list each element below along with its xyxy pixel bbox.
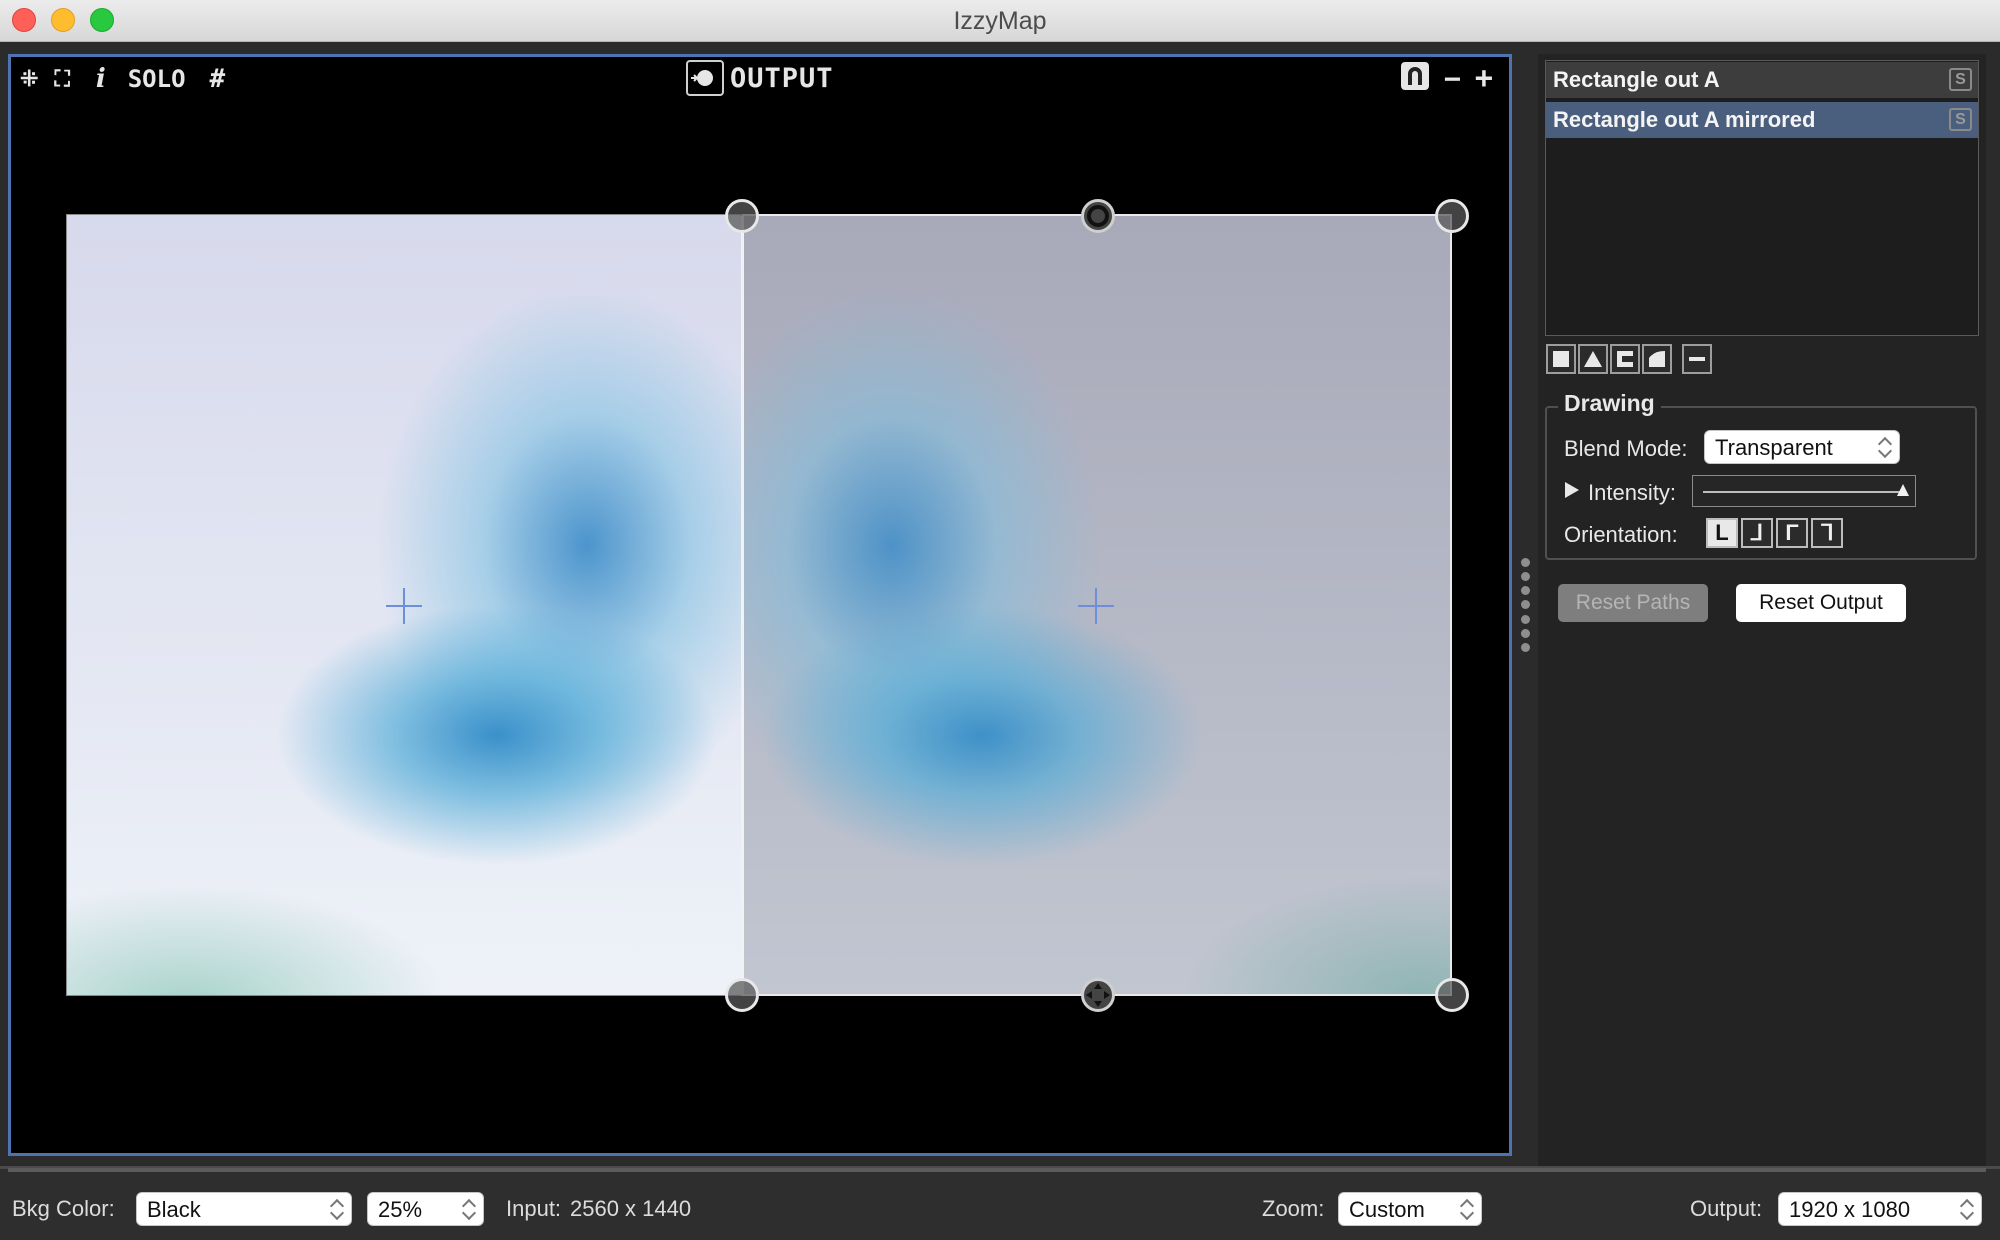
list-item-selected[interactable]: Rectangle out A mirrored S xyxy=(1546,102,1978,138)
disclosure-triangle-icon[interactable] xyxy=(1564,480,1580,500)
slider-thumb-icon[interactable] xyxy=(1896,483,1910,497)
reset-paths-button[interactable]: Reset Paths xyxy=(1558,584,1708,622)
right-center-crosshair-icon[interactable] xyxy=(1078,588,1114,624)
shape-edge-line xyxy=(741,216,744,996)
window-title: IzzyMap xyxy=(953,7,1047,35)
orientation-option[interactable]: ᒣ xyxy=(1811,518,1843,548)
scale-select[interactable]: 25% xyxy=(367,1192,484,1226)
add-rectangle-button[interactable] xyxy=(1546,344,1576,374)
orientation-option[interactable]: ⅃ xyxy=(1741,518,1773,548)
chevron-updown-icon xyxy=(1961,1198,1973,1222)
info-icon[interactable]: i xyxy=(96,64,106,94)
corner-handle-bottom-left[interactable] xyxy=(725,978,759,1012)
blend-mode-label: Blend Mode: xyxy=(1564,436,1688,461)
slider-track xyxy=(1703,491,1903,493)
move-handle-icon[interactable] xyxy=(1081,978,1115,1012)
intensity-slider[interactable] xyxy=(1692,475,1916,507)
corner-handle-bottom-right[interactable] xyxy=(1435,978,1469,1012)
chevron-updown-icon xyxy=(1461,1198,1473,1222)
blend-mode-value: Transparent xyxy=(1715,435,1833,460)
solo-toggle-button[interactable]: S xyxy=(1949,68,1972,91)
left-center-crosshair-icon[interactable] xyxy=(386,588,422,624)
chevron-updown-icon xyxy=(1879,436,1891,460)
reset-output-button[interactable]: Reset Output xyxy=(1736,584,1906,622)
divider xyxy=(8,1168,1986,1172)
zoom-label: Zoom: xyxy=(1262,1196,1325,1221)
canvas-toolbar-left: ⁜ ⛶ i SOLO # xyxy=(20,62,225,96)
chevron-updown-icon xyxy=(331,1198,343,1222)
orientation-option[interactable]: Γ xyxy=(1776,518,1808,548)
grid-icon[interactable]: # xyxy=(210,64,226,94)
shape-tools xyxy=(1546,344,1714,374)
zoom-in-icon[interactable]: + xyxy=(1475,61,1493,96)
list-item[interactable]: Rectangle out A S xyxy=(1546,62,1978,98)
zoom-select[interactable]: Custom xyxy=(1338,1192,1482,1226)
drawing-section-title: Drawing xyxy=(1558,390,1661,417)
orientation-label: Orientation: xyxy=(1564,522,1678,547)
solo-toggle[interactable]: SOLO xyxy=(128,65,186,93)
output-icon xyxy=(686,60,724,96)
zoom-out-icon[interactable]: − xyxy=(1444,62,1461,95)
add-bracket-shape-button[interactable] xyxy=(1610,344,1640,374)
add-curve-shape-button[interactable] xyxy=(1642,344,1672,374)
bkg-color-select[interactable]: Black xyxy=(136,1192,352,1226)
panel-splitter-handle[interactable] xyxy=(1518,558,1532,652)
shape-name: Rectangle out A mirrored xyxy=(1553,107,1816,132)
blend-mode-select[interactable]: Transparent xyxy=(1704,430,1900,464)
rotate-handle-icon[interactable] xyxy=(1081,199,1115,233)
corner-handle-top-left[interactable] xyxy=(725,199,759,233)
bkg-color-value: Black xyxy=(147,1197,201,1222)
output-label: OUTPUT xyxy=(730,62,834,94)
add-triangle-button[interactable] xyxy=(1578,344,1608,374)
orientation-option[interactable]: L xyxy=(1706,518,1738,548)
bkg-color-label: Bkg Color: xyxy=(12,1196,115,1221)
magnet-icon[interactable] xyxy=(1400,61,1430,96)
output-resolution-label: Output: xyxy=(1690,1196,1763,1221)
chevron-updown-icon xyxy=(463,1198,475,1222)
output-resolution-select[interactable]: 1920 x 1080 xyxy=(1778,1192,1982,1226)
remove-shape-button[interactable] xyxy=(1682,344,1712,374)
shape-name: Rectangle out A xyxy=(1553,67,1720,92)
output-resolution-value: 1920 x 1080 xyxy=(1789,1197,1911,1222)
collapse-icon[interactable]: ⁜ xyxy=(20,67,38,92)
canvas-toolbar-right: − + xyxy=(1400,60,1493,96)
input-resolution: 2560 x 1440 xyxy=(570,1196,692,1221)
input-label: Input: xyxy=(506,1196,562,1221)
scale-value: 25% xyxy=(378,1197,423,1222)
fullscreen-icon[interactable]: ⛶ xyxy=(54,67,69,92)
intensity-label: Intensity: xyxy=(1588,480,1677,505)
zoom-value: Custom xyxy=(1349,1197,1425,1222)
corner-handle-top-right[interactable] xyxy=(1435,199,1469,233)
orientation-buttons: L ⅃ Γ ᒣ xyxy=(1706,518,1846,548)
solo-toggle-button[interactable]: S xyxy=(1949,108,1972,131)
output-mode-indicator[interactable]: OUTPUT xyxy=(686,60,834,96)
